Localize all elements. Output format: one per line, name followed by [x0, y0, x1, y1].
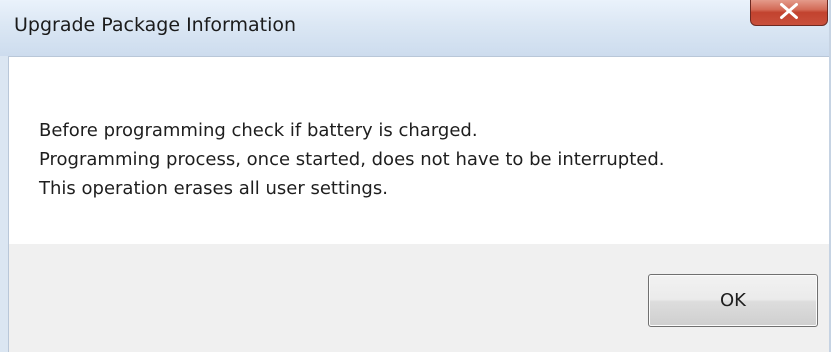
- message-line-2: Programming process, once started, does …: [39, 149, 665, 170]
- close-button[interactable]: [750, 0, 828, 26]
- button-bar: OK: [8, 244, 829, 352]
- message-text: Before programming check if battery is c…: [39, 116, 664, 203]
- dialog-window: Upgrade Package Information Before progr…: [0, 0, 831, 352]
- message-line-1: Before programming check if battery is c…: [39, 120, 478, 141]
- message-area: Before programming check if battery is c…: [8, 56, 829, 244]
- ok-button[interactable]: OK: [648, 274, 818, 327]
- message-line-3: This operation erases all user settings.: [39, 178, 388, 199]
- title-bar[interactable]: Upgrade Package Information: [0, 0, 831, 56]
- close-icon: [780, 2, 798, 20]
- window-title: Upgrade Package Information: [14, 14, 297, 36]
